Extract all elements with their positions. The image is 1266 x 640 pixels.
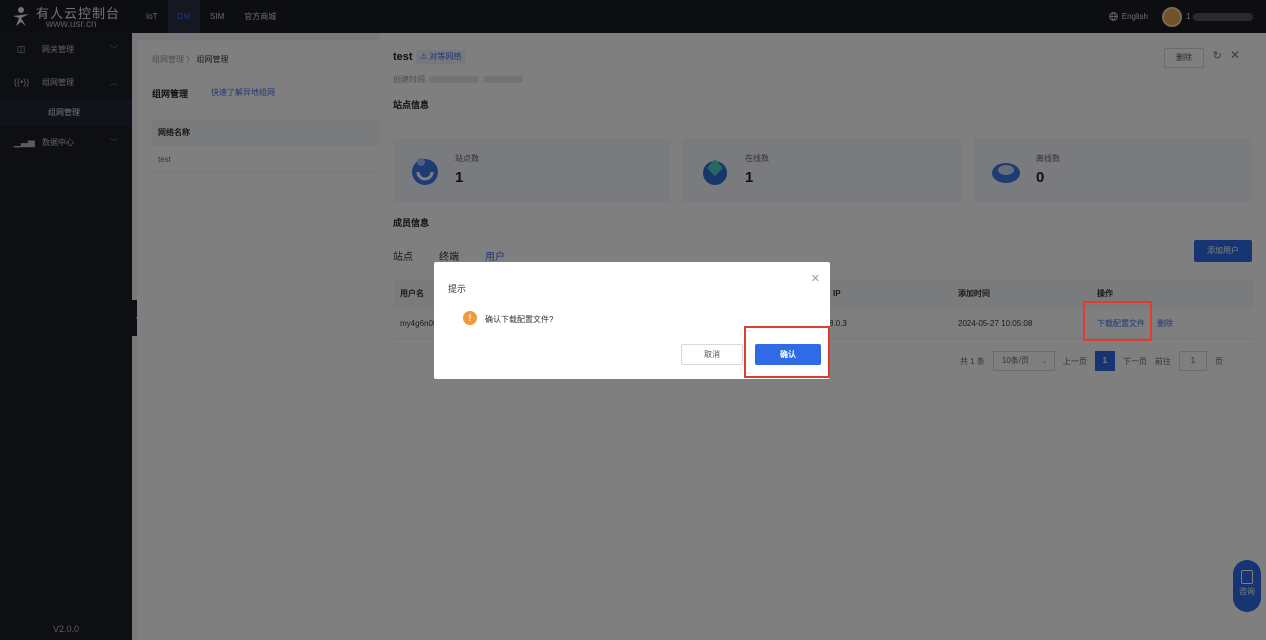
close-icon[interactable]: ✕ (811, 272, 820, 285)
dialog-title: 提示 (448, 284, 467, 294)
confirm-dialog: 提示 ✕ ! 确认下载配置文件? 取消 确认 (434, 262, 830, 379)
dialog-message: 确认下载配置文件? (485, 315, 554, 324)
confirm-button[interactable]: 确认 (755, 344, 821, 365)
warning-icon: ! (463, 311, 477, 325)
cancel-button[interactable]: 取消 (681, 344, 743, 365)
